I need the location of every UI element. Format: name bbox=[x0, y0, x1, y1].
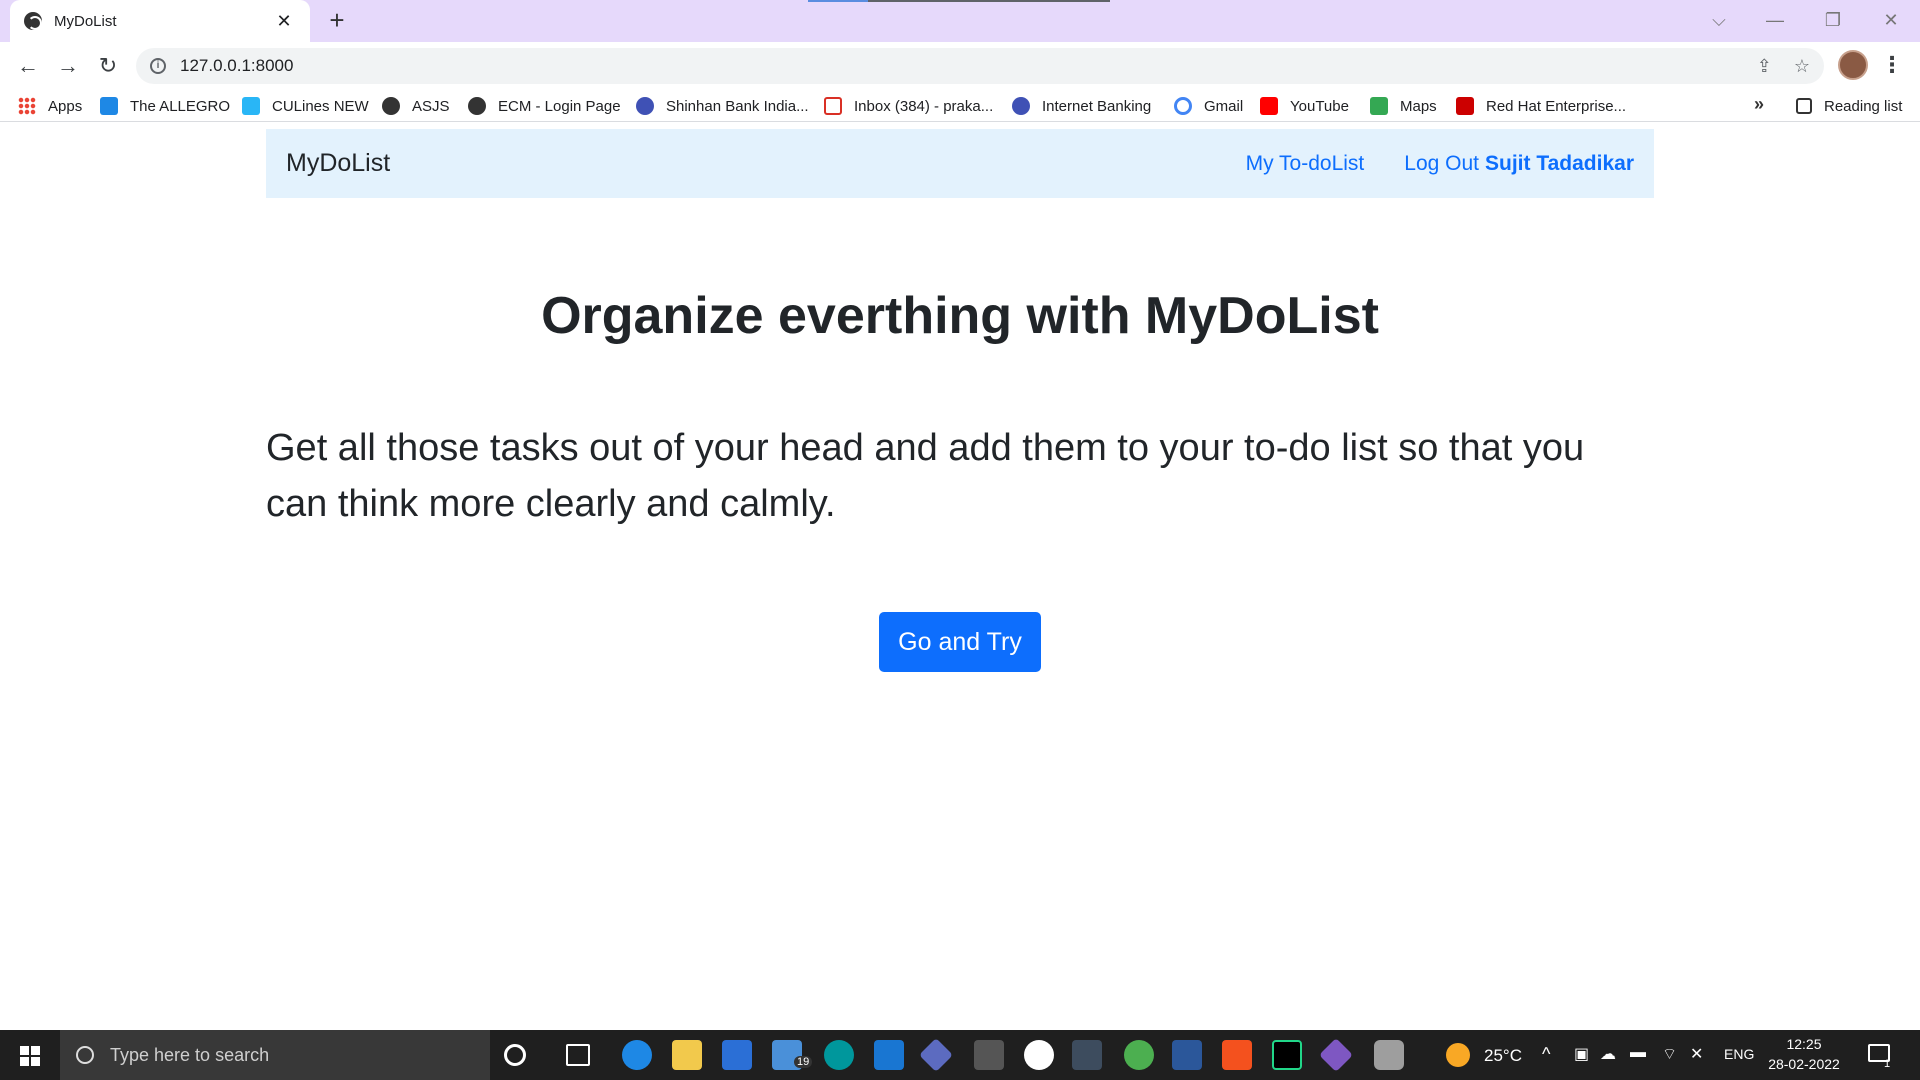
onedrive-icon[interactable]: ☁ bbox=[1600, 1044, 1616, 1064]
bookmark-the-allegro[interactable]: The ALLEGRO bbox=[100, 94, 230, 118]
weather-temp[interactable]: 25°C bbox=[1484, 1046, 1522, 1066]
nav-logout[interactable]: Log Out Sujit Tadadikar bbox=[1404, 152, 1634, 176]
hero-description: Get all those tasks out of your head and… bbox=[266, 427, 1585, 525]
tab-search-icon[interactable]: ⌵ bbox=[1696, 4, 1742, 36]
reload-icon[interactable]: ↻ bbox=[92, 50, 124, 82]
red-hat-icon bbox=[1456, 97, 1474, 115]
reading-list-icon bbox=[1796, 98, 1812, 114]
browser-toolbar: ← → ↻ i 127.0.0.1:8000 ⇪ ☆ ⋮ bbox=[0, 42, 1920, 90]
python-app-icon[interactable] bbox=[1072, 1040, 1102, 1070]
language-indicator[interactable]: ENG bbox=[1724, 1046, 1754, 1062]
share-icon[interactable]: ⇪ bbox=[1757, 56, 1772, 77]
address-bar[interactable]: i 127.0.0.1:8000 ⇪ ☆ bbox=[136, 48, 1824, 84]
bookmark-internet-banking[interactable]: Internet Banking bbox=[1012, 94, 1151, 118]
store-icon[interactable] bbox=[722, 1040, 752, 1070]
cortana-icon[interactable] bbox=[504, 1044, 526, 1066]
internet-banking-icon bbox=[1012, 97, 1030, 115]
search-placeholder: Type here to search bbox=[110, 1044, 270, 1065]
allegro-icon bbox=[100, 97, 118, 115]
vscode-icon[interactable] bbox=[874, 1040, 904, 1070]
battery-icon[interactable]: ▬ bbox=[1630, 1044, 1646, 1062]
globe-icon bbox=[468, 97, 486, 115]
tab-close-icon[interactable]: ✕ bbox=[272, 11, 296, 32]
git-app-icon[interactable] bbox=[919, 1038, 953, 1072]
bookmark-shinhan-bank[interactable]: Shinhan Bank India... bbox=[636, 94, 809, 118]
minimize-button[interactable]: — bbox=[1752, 4, 1798, 36]
bookmark-maps[interactable]: Maps bbox=[1370, 94, 1437, 118]
taskbar-search[interactable]: Type here to search bbox=[60, 1030, 490, 1080]
nav-my-todolist[interactable]: My To-doList bbox=[1246, 152, 1365, 176]
bookmark-youtube[interactable]: YouTube bbox=[1260, 94, 1349, 118]
start-button[interactable] bbox=[0, 1030, 60, 1080]
site-navbar: MyDoList My To-doList Log Out Sujit Tadad… bbox=[266, 129, 1654, 198]
google-icon bbox=[1174, 97, 1192, 115]
restore-button[interactable]: ❐ bbox=[1810, 4, 1856, 36]
browser-tabstrip: MyDoList ✕ + ⌵ — ❐ ✕ bbox=[0, 0, 1920, 42]
culines-icon bbox=[242, 97, 260, 115]
more-bookmarks-icon[interactable]: » bbox=[1754, 94, 1764, 115]
bookmark-culines-new[interactable]: CULines NEW bbox=[242, 94, 369, 118]
clock[interactable]: 12:25 28-02-2022 bbox=[1764, 1034, 1844, 1074]
site-info-icon[interactable]: i bbox=[150, 58, 166, 74]
youtube-icon bbox=[1260, 97, 1278, 115]
username: Sujit Tadadikar bbox=[1485, 151, 1634, 175]
tab-title: MyDoList bbox=[54, 12, 117, 30]
browser-menu-icon[interactable]: ⋮ bbox=[1880, 50, 1904, 82]
notification-count: 1 bbox=[1884, 1058, 1891, 1070]
clock-time: 12:25 bbox=[1786, 1036, 1822, 1052]
go-and-try-button[interactable]: Go and Try bbox=[879, 612, 1041, 672]
wifi-icon[interactable]: ⌔ bbox=[1662, 1044, 1677, 1064]
word-icon[interactable] bbox=[1172, 1040, 1202, 1070]
profile-avatar[interactable] bbox=[1838, 50, 1868, 80]
meet-now-icon[interactable]: ▣ bbox=[1574, 1044, 1589, 1064]
browser-tab[interactable]: MyDoList ✕ bbox=[10, 0, 310, 42]
show-hidden-icons[interactable]: ^ bbox=[1542, 1044, 1550, 1065]
weather-icon[interactable] bbox=[1446, 1043, 1470, 1067]
clock-date: 28-02-2022 bbox=[1768, 1056, 1840, 1072]
new-tab-button[interactable]: + bbox=[322, 6, 352, 36]
bookmark-ecm-login[interactable]: ECM - Login Page bbox=[468, 94, 621, 118]
globe-icon bbox=[24, 12, 42, 30]
logout-label: Log Out bbox=[1404, 151, 1480, 175]
shinhan-bank-icon bbox=[636, 97, 654, 115]
window-close-button[interactable]: ✕ bbox=[1868, 4, 1914, 36]
reading-list-button[interactable]: Reading list bbox=[1796, 94, 1902, 118]
bookmark-asjs[interactable]: ASJS bbox=[382, 94, 450, 118]
bookmark-inbox[interactable]: Inbox (384) - praka... bbox=[824, 94, 993, 118]
search-icon bbox=[76, 1046, 94, 1064]
maps-icon bbox=[1370, 97, 1388, 115]
git-icon[interactable] bbox=[1319, 1038, 1353, 1072]
volume-muted-icon[interactable]: ✕ bbox=[1690, 1044, 1703, 1064]
task-view-icon[interactable] bbox=[566, 1044, 590, 1066]
windows-taskbar: Type here to search 19 25°C ^ ▣ ☁ ▬ ⌔ ✕ … bbox=[0, 1030, 1920, 1080]
back-icon[interactable]: ← bbox=[12, 50, 44, 82]
file-explorer-icon[interactable] bbox=[672, 1040, 702, 1070]
bookmark-gmail[interactable]: Gmail bbox=[1174, 94, 1243, 118]
word-online-icon[interactable] bbox=[1024, 1040, 1054, 1070]
globe-icon bbox=[382, 97, 400, 115]
edge-icon[interactable] bbox=[622, 1040, 652, 1070]
anydesk-icon[interactable] bbox=[1222, 1040, 1252, 1070]
hero-title: Organize everthing with MyDoList bbox=[541, 287, 1379, 345]
bookmark-red-hat[interactable]: Red Hat Enterprise... bbox=[1456, 94, 1626, 118]
bookmark-star-icon[interactable]: ☆ bbox=[1794, 56, 1810, 77]
brand-link[interactable]: MyDoList bbox=[286, 149, 1206, 178]
gmail-icon bbox=[824, 97, 842, 115]
url-text[interactable]: 127.0.0.1:8000 bbox=[180, 56, 1735, 76]
tab-strip-indicator bbox=[808, 0, 1110, 2]
arduino-icon[interactable] bbox=[824, 1040, 854, 1070]
pycharm-icon[interactable] bbox=[1272, 1040, 1302, 1070]
bookmarks-bar: Apps The ALLEGRO CULines NEW ASJS ECM - … bbox=[0, 90, 1920, 122]
mail-badge: 19 bbox=[794, 1056, 813, 1068]
feather-app-icon[interactable] bbox=[974, 1040, 1004, 1070]
bookmark-apps[interactable]: Apps bbox=[18, 94, 82, 118]
windows-logo-icon bbox=[20, 1046, 40, 1066]
apps-grid-icon bbox=[18, 97, 36, 115]
forward-icon[interactable]: → bbox=[52, 50, 84, 82]
database-icon[interactable] bbox=[1374, 1040, 1404, 1070]
chrome-icon[interactable] bbox=[1124, 1040, 1154, 1070]
